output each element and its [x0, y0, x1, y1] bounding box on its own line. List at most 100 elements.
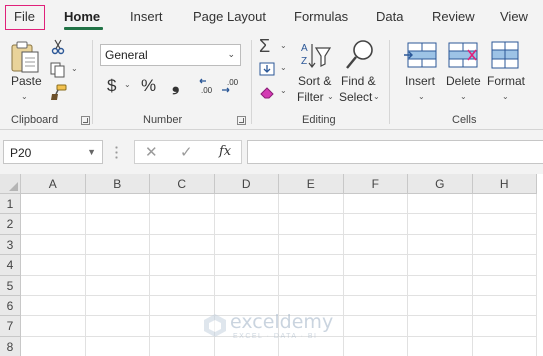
delete-label[interactable]: Delete	[446, 74, 481, 88]
cell[interactable]	[150, 234, 215, 256]
tab-insert[interactable]: Insert	[130, 9, 163, 24]
tab-home[interactable]: Home	[64, 9, 100, 24]
tab-formulas[interactable]: Formulas	[294, 9, 348, 24]
paste-icon[interactable]	[10, 40, 42, 74]
cell[interactable]	[408, 296, 473, 317]
copy-icon[interactable]	[50, 62, 66, 78]
find-select-label-1[interactable]: Find &	[341, 74, 376, 88]
name-box[interactable]: P20 ▼	[3, 140, 103, 164]
cell[interactable]	[21, 336, 86, 356]
sort-filter-chevron-icon[interactable]: ⌄	[327, 92, 334, 101]
enter-icon[interactable]: ✓	[180, 143, 193, 161]
clear-chevron-icon[interactable]: ⌄	[280, 86, 287, 95]
cell[interactable]	[279, 275, 344, 296]
cell[interactable]	[472, 296, 537, 317]
sort-filter-icon[interactable]: A Z	[299, 40, 331, 72]
row-header[interactable]: 3	[0, 234, 21, 256]
cell[interactable]	[472, 255, 537, 276]
row-header[interactable]: 1	[0, 194, 21, 215]
cell[interactable]	[408, 214, 473, 235]
fill-chevron-icon[interactable]: ⌄	[280, 63, 287, 72]
insert-label[interactable]: Insert	[405, 74, 435, 88]
cell[interactable]	[150, 255, 215, 276]
cell[interactable]	[85, 255, 150, 276]
cell[interactable]	[279, 234, 344, 256]
column-header[interactable]: F	[343, 174, 408, 194]
cell[interactable]	[408, 316, 473, 337]
cell[interactable]	[21, 214, 86, 235]
cell[interactable]	[408, 275, 473, 296]
cell[interactable]	[344, 336, 408, 356]
formula-bar-grip[interactable]	[115, 145, 118, 159]
cell[interactable]	[21, 316, 86, 337]
cell[interactable]	[214, 234, 279, 256]
column-header[interactable]: E	[279, 174, 344, 194]
clear-icon[interactable]	[259, 85, 275, 99]
find-select-icon[interactable]	[344, 38, 376, 72]
format-cells-icon[interactable]	[491, 41, 519, 69]
number-format-select[interactable]: General ⌄	[100, 44, 241, 66]
cell[interactable]	[214, 275, 279, 296]
cell[interactable]	[343, 214, 408, 235]
cut-icon[interactable]	[51, 39, 65, 55]
percent-button[interactable]: %	[141, 76, 156, 96]
cell[interactable]	[408, 194, 473, 215]
row-header[interactable]: 8	[0, 336, 21, 356]
column-header[interactable]: B	[85, 174, 150, 194]
row-header[interactable]: 5	[0, 275, 21, 296]
formula-input[interactable]	[247, 140, 543, 164]
sort-filter-label-1[interactable]: Sort &	[298, 74, 331, 88]
row-header[interactable]: 6	[0, 296, 21, 317]
cell[interactable]	[472, 194, 537, 215]
comma-style-button[interactable]: ❟	[172, 74, 179, 96]
delete-chevron-icon[interactable]: ⌄	[460, 92, 467, 101]
copy-chevron-icon[interactable]: ⌄	[71, 64, 78, 73]
insert-chevron-icon[interactable]: ⌄	[418, 92, 425, 101]
cell[interactable]	[85, 234, 150, 256]
row-header[interactable]: 2	[0, 214, 21, 235]
select-all-button[interactable]	[0, 174, 21, 194]
cell[interactable]	[343, 234, 408, 256]
cell[interactable]	[343, 316, 408, 337]
cell[interactable]	[472, 214, 537, 235]
sort-filter-label-2[interactable]: Filter	[297, 90, 324, 104]
cell[interactable]	[21, 275, 86, 296]
column-header[interactable]: C	[150, 174, 215, 194]
cell[interactable]	[150, 275, 215, 296]
tab-data[interactable]: Data	[376, 9, 403, 24]
cell[interactable]	[343, 194, 408, 215]
format-label[interactable]: Format	[487, 74, 525, 88]
cell[interactable]	[279, 255, 344, 276]
row-header[interactable]: 4	[0, 255, 21, 276]
cell[interactable]	[21, 296, 86, 317]
format-painter-icon[interactable]	[50, 84, 67, 101]
row-header[interactable]: 7	[0, 316, 21, 337]
cell[interactable]	[85, 316, 150, 337]
find-select-chevron-icon[interactable]: ⌄	[373, 92, 380, 101]
currency-button[interactable]: $	[107, 76, 116, 96]
cell[interactable]	[473, 336, 537, 356]
tab-review[interactable]: Review	[432, 9, 475, 24]
column-header[interactable]: A	[21, 174, 86, 194]
cell[interactable]	[408, 234, 473, 256]
cell[interactable]	[214, 194, 279, 215]
cell[interactable]	[343, 296, 408, 317]
delete-cells-icon[interactable]	[448, 42, 478, 68]
tab-page-layout[interactable]: Page Layout	[193, 9, 266, 24]
autosum-chevron-icon[interactable]: ⌄	[280, 41, 287, 50]
decrease-decimal-icon[interactable]: .00	[220, 76, 240, 96]
cell[interactable]	[408, 255, 473, 276]
cell[interactable]	[85, 194, 150, 215]
currency-chevron-icon[interactable]: ⌄	[124, 80, 131, 89]
cell[interactable]	[343, 255, 408, 276]
cell[interactable]	[408, 336, 473, 356]
tab-view[interactable]: View	[500, 9, 528, 24]
clipboard-launcher-icon[interactable]	[81, 116, 90, 125]
insert-cells-icon[interactable]	[404, 42, 438, 68]
cell[interactable]	[21, 234, 86, 256]
cancel-icon[interactable]: ✕	[145, 143, 158, 161]
find-select-label-2[interactable]: Select	[339, 90, 372, 104]
column-header[interactable]: G	[408, 174, 473, 194]
paste-label[interactable]: Paste	[11, 74, 42, 88]
cell[interactable]	[472, 234, 537, 256]
